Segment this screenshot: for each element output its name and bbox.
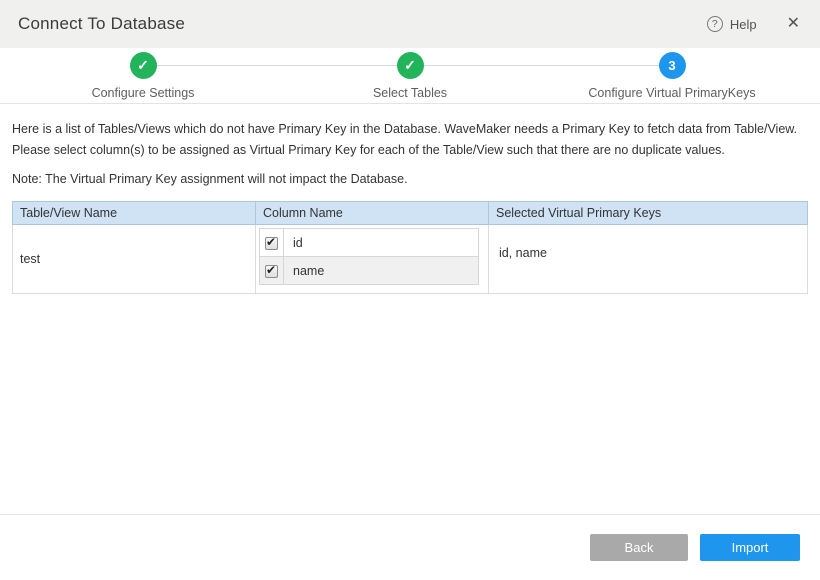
- table-header-row: Table/View Name Column Name Selected Vir…: [13, 202, 808, 225]
- page-title: Connect To Database: [18, 14, 185, 34]
- columns-checkbox-table: id name: [259, 228, 479, 285]
- step-label: Select Tables: [295, 86, 525, 100]
- step-configure-virtual-primarykeys[interactable]: 3 Configure Virtual PrimaryKeys: [557, 52, 787, 100]
- step-done-check-icon: ✓: [397, 52, 424, 79]
- column-label: name: [284, 257, 479, 285]
- content-area: Here is a list of Tables/Views which do …: [0, 104, 820, 294]
- column-option-row: name: [260, 257, 479, 285]
- column-option-row: id: [260, 229, 479, 257]
- selected-keys-cell: id, name: [489, 225, 808, 294]
- help-icon: ?: [707, 16, 723, 32]
- back-button[interactable]: Back: [590, 534, 688, 561]
- header-table-view-name: Table/View Name: [13, 202, 256, 225]
- column-name-cell: id name: [256, 225, 489, 294]
- wizard-stepper: ✓ Configure Settings ✓ Select Tables 3 C…: [0, 48, 820, 104]
- help-label: Help: [730, 17, 757, 32]
- header-selected-virtual-primary-keys: Selected Virtual Primary Keys: [489, 202, 808, 225]
- help-button[interactable]: ? Help: [707, 16, 757, 32]
- step-label: Configure Virtual PrimaryKeys: [557, 86, 787, 100]
- description-text: Here is a list of Tables/Views which do …: [12, 119, 808, 161]
- checkbox-cell: [260, 229, 284, 257]
- step-label: Configure Settings: [28, 86, 258, 100]
- step-done-check-icon: ✓: [130, 52, 157, 79]
- step-configure-settings[interactable]: ✓ Configure Settings: [28, 52, 258, 100]
- column-label: id: [284, 229, 479, 257]
- header-column-name: Column Name: [256, 202, 489, 225]
- primary-keys-table: Table/View Name Column Name Selected Vir…: [12, 201, 808, 294]
- column-checkbox-name[interactable]: [265, 265, 278, 278]
- table-view-name-cell: test: [13, 225, 256, 294]
- dialog-titlebar: Connect To Database ? Help ✕: [0, 0, 820, 48]
- note-text: Note: The Virtual Primary Key assignment…: [12, 172, 808, 186]
- footer-divider: [0, 514, 820, 515]
- table-row: test id: [13, 225, 808, 294]
- step-select-tables[interactable]: ✓ Select Tables: [295, 52, 525, 100]
- checkbox-cell: [260, 257, 284, 285]
- column-checkbox-id[interactable]: [265, 237, 278, 250]
- close-icon[interactable]: ✕: [787, 16, 800, 32]
- import-button[interactable]: Import: [700, 534, 800, 561]
- step-number-badge: 3: [659, 52, 686, 79]
